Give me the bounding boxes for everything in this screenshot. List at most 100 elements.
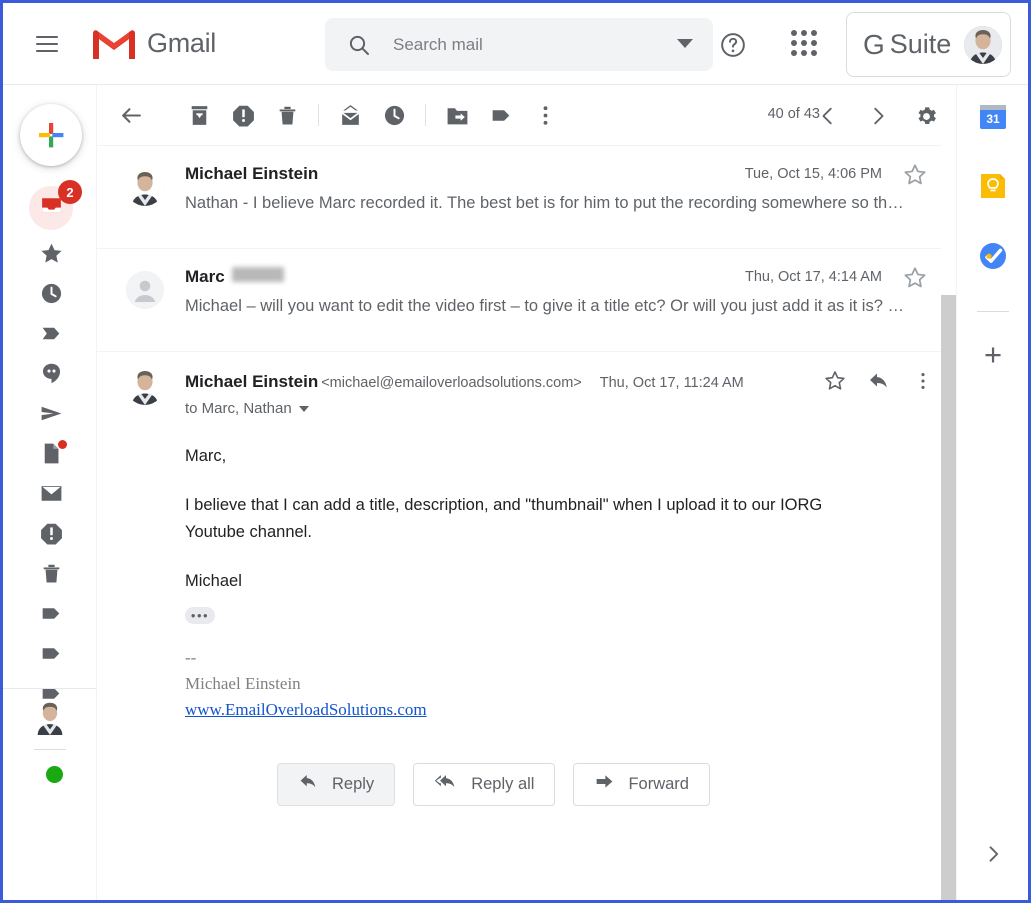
avatar-placeholder bbox=[126, 271, 164, 309]
apps-dot bbox=[801, 50, 807, 56]
star-icon bbox=[39, 241, 64, 271]
spam-exclamation-icon bbox=[39, 521, 64, 551]
sidebar-item-inbox[interactable]: 2 bbox=[29, 186, 73, 230]
sidebar-item-trash[interactable] bbox=[29, 554, 73, 598]
sidebar-item-chats[interactable] bbox=[29, 354, 73, 398]
scrollbar-thumb[interactable] bbox=[941, 295, 956, 900]
sidebar-item-important[interactable] bbox=[29, 314, 73, 358]
hamburger-bar bbox=[36, 43, 58, 45]
label-tag-icon bbox=[39, 601, 64, 631]
gmail-m-icon bbox=[91, 26, 137, 61]
google-tasks-icon[interactable] bbox=[975, 238, 1011, 274]
svg-text:31: 31 bbox=[986, 112, 1000, 126]
reply-arrow-icon bbox=[298, 771, 319, 797]
sender-name: Michael Einstein bbox=[185, 164, 318, 184]
add-addon-button[interactable]: + bbox=[975, 337, 1011, 373]
message-action-buttons: Reply Reply all Forward bbox=[277, 763, 956, 806]
chat-bubble-icon bbox=[39, 361, 64, 391]
google-keep-icon[interactable] bbox=[975, 168, 1011, 204]
star-icon[interactable] bbox=[818, 364, 852, 398]
label-tag-icon bbox=[39, 641, 64, 671]
message-date: Thu, Oct 17, 11:24 AM bbox=[600, 375, 744, 391]
status-available-dot[interactable] bbox=[46, 766, 63, 783]
archive-button[interactable] bbox=[177, 93, 221, 137]
star-icon[interactable] bbox=[902, 265, 928, 296]
thread-list: Michael Einstein Tue, Oct 15, 4:06 PM Na… bbox=[97, 146, 956, 806]
apps-grid-icon[interactable] bbox=[791, 30, 821, 60]
next-message-button[interactable] bbox=[856, 94, 900, 138]
google-calendar-icon[interactable]: 31 bbox=[975, 98, 1011, 134]
show-trimmed-content-button[interactable]: ••• bbox=[185, 607, 215, 624]
star-icon[interactable] bbox=[902, 162, 928, 193]
scrollbar-track[interactable] bbox=[941, 85, 956, 900]
reply-all-arrow-icon bbox=[434, 771, 458, 797]
signature-dashes: -- bbox=[185, 645, 956, 671]
report-spam-button[interactable] bbox=[221, 93, 265, 137]
back-to-inbox-button[interactable] bbox=[109, 93, 153, 137]
avatar[interactable] bbox=[964, 26, 1002, 64]
trash-icon bbox=[39, 561, 64, 591]
move-to-button[interactable] bbox=[435, 93, 479, 137]
recipients-line[interactable]: to Marc, Nathan bbox=[185, 400, 309, 417]
chevron-right-icon[interactable] bbox=[979, 840, 1007, 868]
previous-message-button[interactable] bbox=[806, 94, 850, 138]
forward-arrow-icon bbox=[594, 771, 615, 797]
help-circle-icon[interactable] bbox=[715, 27, 751, 63]
apps-dot bbox=[791, 40, 797, 46]
collapsed-message[interactable]: Marc Thu, Oct 17, 4:14 AM Michael – will… bbox=[97, 249, 956, 352]
reply-arrow-icon[interactable] bbox=[862, 364, 896, 398]
account-badge-label: Suite bbox=[890, 29, 952, 60]
three-dots-vertical-icon[interactable] bbox=[906, 364, 940, 398]
collapsed-message[interactable]: Michael Einstein Tue, Oct 15, 4:06 PM Na… bbox=[97, 146, 956, 249]
clock-icon bbox=[39, 281, 64, 311]
gmail-logo[interactable]: Gmail bbox=[91, 26, 216, 61]
rail-user-avatar[interactable] bbox=[32, 699, 68, 735]
sidebar-item-spam[interactable] bbox=[29, 514, 73, 558]
search-input[interactable] bbox=[393, 35, 623, 55]
search-bar[interactable] bbox=[325, 18, 713, 71]
compose-button[interactable] bbox=[20, 104, 82, 166]
mark-as-unread-button[interactable] bbox=[328, 93, 372, 137]
sidebar-item-label-2[interactable] bbox=[29, 634, 73, 678]
sender-email: <michael@emailoverloadsolutions.com> bbox=[321, 375, 582, 391]
sidebar-item-sent[interactable] bbox=[29, 394, 73, 438]
delete-button[interactable] bbox=[265, 93, 309, 137]
chevron-down-icon[interactable] bbox=[677, 39, 693, 48]
important-chevron-icon bbox=[39, 321, 64, 351]
reply-button[interactable]: Reply bbox=[277, 763, 395, 806]
body-paragraph: Marc, bbox=[185, 443, 885, 470]
sender-name: Marc bbox=[185, 267, 284, 287]
envelope-icon bbox=[39, 481, 64, 511]
gmail-window: Gmail G Suite bbox=[0, 0, 1031, 903]
labels-button[interactable] bbox=[479, 93, 523, 137]
message-snippet: Michael – will you want to edit the vide… bbox=[185, 297, 928, 316]
snooze-button[interactable] bbox=[372, 93, 416, 137]
message-date: Tue, Oct 15, 4:06 PM bbox=[745, 166, 882, 182]
message-toolbar: 40 of 43 bbox=[97, 85, 956, 146]
avatar bbox=[126, 367, 164, 405]
sidebar-item-starred[interactable] bbox=[29, 234, 73, 278]
account-chip[interactable]: G Suite bbox=[846, 12, 1011, 77]
inbox-unread-badge: 2 bbox=[58, 180, 82, 204]
sidebar-item-label-1[interactable] bbox=[29, 594, 73, 638]
forward-button-label: Forward bbox=[628, 775, 689, 794]
message-actions bbox=[818, 364, 940, 398]
more-options-button[interactable] bbox=[523, 93, 567, 137]
apps-dot bbox=[801, 40, 807, 46]
signature-website-link[interactable]: www.EmailOverloadSolutions.com bbox=[185, 697, 427, 723]
expanded-message: Michael Einstein <michael@emailoverloads… bbox=[97, 352, 956, 806]
sender-name-text: Michael Einstein bbox=[185, 164, 318, 184]
redacted-last-name bbox=[232, 267, 284, 282]
expanded-message-header: Michael Einstein <michael@emailoverloads… bbox=[185, 372, 956, 394]
reply-all-button-label: Reply all bbox=[471, 775, 534, 794]
reply-all-button[interactable]: Reply all bbox=[413, 763, 555, 806]
chevron-down-icon[interactable] bbox=[299, 406, 309, 412]
hamburger-menu-icon[interactable] bbox=[25, 22, 69, 66]
sidebar-item-snoozed[interactable] bbox=[29, 274, 73, 318]
rail-divider bbox=[3, 688, 97, 689]
forward-button[interactable]: Forward bbox=[573, 763, 710, 806]
sidebar-item-drafts[interactable] bbox=[29, 434, 73, 478]
sidebar-item-all-mail[interactable] bbox=[29, 474, 73, 518]
apps-dot bbox=[811, 30, 817, 36]
toolbar-separator bbox=[318, 104, 319, 126]
